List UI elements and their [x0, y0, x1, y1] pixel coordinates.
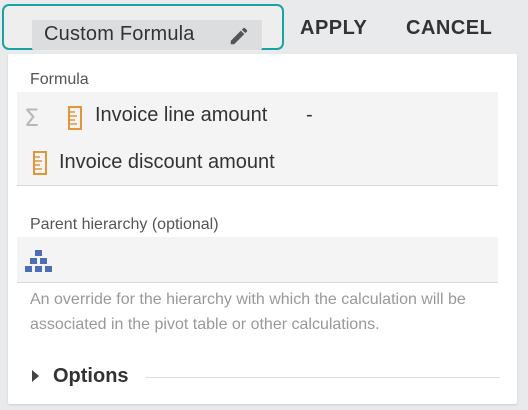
options-toggle[interactable]: Options [30, 364, 500, 390]
formula-operator[interactable]: - [306, 104, 313, 127]
options-divider [146, 377, 500, 378]
header-bar: Custom Formula APPLY CANCEL [0, 0, 528, 62]
formula-label: Formula [30, 71, 89, 88]
measure-icon [33, 151, 47, 175]
apply-button[interactable]: APPLY [300, 17, 367, 40]
parent-hierarchy-label: Parent hierarchy (optional) [30, 216, 219, 233]
caret-right-icon[interactable] [32, 370, 39, 382]
options-label[interactable]: Options [53, 365, 129, 388]
sigma-icon[interactable]: Σ [24, 104, 39, 132]
hierarchy-icon [25, 250, 52, 272]
pencil-icon[interactable] [228, 25, 250, 47]
formula-title[interactable]: Custom Formula [44, 23, 195, 46]
formula-term[interactable]: Invoice line amount [95, 104, 267, 127]
formula-title-field[interactable]: Custom Formula [2, 4, 284, 50]
measure-icon [68, 106, 82, 130]
formula-panel: Formula Σ Invoice line amount - Invoice … [8, 54, 517, 404]
parent-hierarchy-field[interactable] [17, 237, 498, 283]
formula-editor[interactable]: Σ Invoice line amount - Invoice discount… [17, 92, 498, 186]
formula-term[interactable]: Invoice discount amount [59, 151, 275, 174]
cancel-button[interactable]: CANCEL [406, 17, 492, 40]
parent-hierarchy-help: An override for the hierarchy with which… [30, 291, 466, 333]
